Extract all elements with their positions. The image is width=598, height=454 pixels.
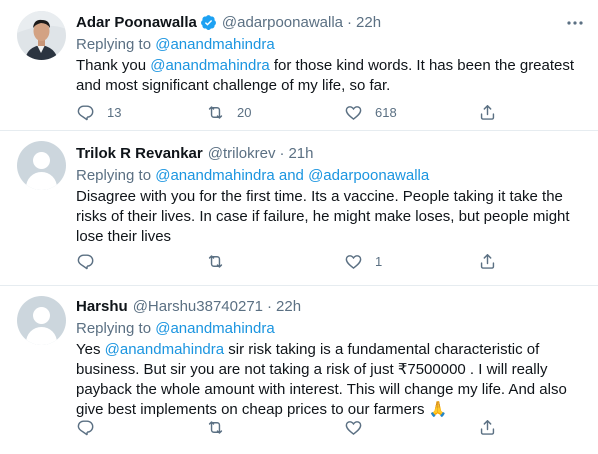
avatar[interactable] [17, 11, 66, 60]
like-count: 618 [375, 105, 397, 120]
author-name[interactable]: Adar Poonawalla [76, 14, 197, 31]
avatar[interactable] [17, 296, 66, 345]
timestamp[interactable]: 21h [288, 145, 313, 162]
heart-icon [345, 421, 362, 435]
tweet-actions [76, 418, 506, 438]
heart-icon [345, 106, 362, 120]
share-icon [480, 420, 495, 435]
share-button[interactable] [478, 252, 497, 271]
author-handle[interactable]: @adarpoonawalla [222, 14, 343, 31]
replying-to: Replying to @anandmahindra [76, 319, 584, 339]
mention-link[interactable]: @anandmahindra [150, 57, 269, 74]
mention-link[interactable]: @adarpoonawalla [308, 167, 429, 184]
share-button[interactable] [478, 418, 497, 437]
replying-to-label: Replying to [76, 320, 152, 337]
retweet-count: 20 [237, 105, 252, 120]
share-icon [480, 254, 495, 269]
retweet-button[interactable] [206, 418, 237, 437]
share-icon [480, 105, 495, 120]
tweet-text: Yes @anandmahindra sir risk taking is a … [76, 340, 584, 420]
tweet-text-segment: Thank you [76, 57, 151, 74]
tweet-text: Thank you @anandmahindra for those kind … [76, 56, 584, 96]
separator-dot: · [347, 14, 353, 31]
reply-button[interactable] [76, 418, 107, 437]
retweet-icon [208, 255, 223, 268]
timestamp[interactable]: 22h [356, 14, 381, 31]
reply-icon [77, 105, 94, 121]
replying-to: Replying to @anandmahindra and @adarpoon… [76, 166, 584, 186]
timestamp[interactable]: 22h [276, 298, 301, 315]
author-name[interactable]: Trilok R Revankar [76, 145, 203, 162]
like-button[interactable]: 618 [344, 103, 397, 122]
verified-badge-icon [200, 14, 217, 31]
like-button[interactable] [344, 418, 375, 437]
replying-to-join: and [278, 167, 304, 184]
reply-button[interactable]: 13 [76, 103, 121, 122]
mention-link[interactable]: @anandmahindra [105, 341, 224, 358]
retweet-button[interactable]: 20 [206, 103, 251, 122]
mention-link[interactable]: @anandmahindra [155, 167, 274, 184]
reply-count: 13 [107, 105, 122, 120]
reply-button[interactable] [76, 252, 107, 271]
replying-to-label: Replying to [76, 36, 152, 53]
mention-link[interactable]: @anandmahindra [155, 320, 274, 337]
heart-icon [345, 255, 362, 269]
replying-to: Replying to @anandmahindra [76, 35, 584, 55]
retweet-icon [208, 106, 223, 119]
separator-dot: · [267, 298, 273, 315]
reply-icon [77, 420, 94, 436]
tweet-actions: 13 20 618 [76, 103, 506, 123]
more-icon[interactable] [566, 16, 584, 28]
tweet-actions: 1 [76, 252, 506, 272]
retweet-button[interactable] [206, 252, 237, 271]
retweet-icon [208, 421, 223, 434]
separator-dot: · [279, 145, 285, 162]
replying-to-label: Replying to [76, 167, 152, 184]
author-handle[interactable]: @Harshu38740271 [133, 298, 263, 315]
reply-thread: Adar Poonawalla @adarpoonawalla · 22h Re… [0, 0, 598, 454]
share-button[interactable] [478, 103, 497, 122]
author-name[interactable]: Harshu [76, 298, 128, 315]
tweet-text: Disagree with you for the first time. It… [76, 188, 570, 245]
tweet-text-segment: Yes [76, 341, 105, 358]
mention-link[interactable]: @anandmahindra [155, 36, 274, 53]
author-handle[interactable]: @trilokrev [208, 145, 276, 162]
reply-icon [77, 254, 94, 270]
avatar[interactable] [17, 141, 66, 190]
like-button[interactable]: 1 [344, 252, 382, 271]
like-count: 1 [375, 254, 383, 269]
